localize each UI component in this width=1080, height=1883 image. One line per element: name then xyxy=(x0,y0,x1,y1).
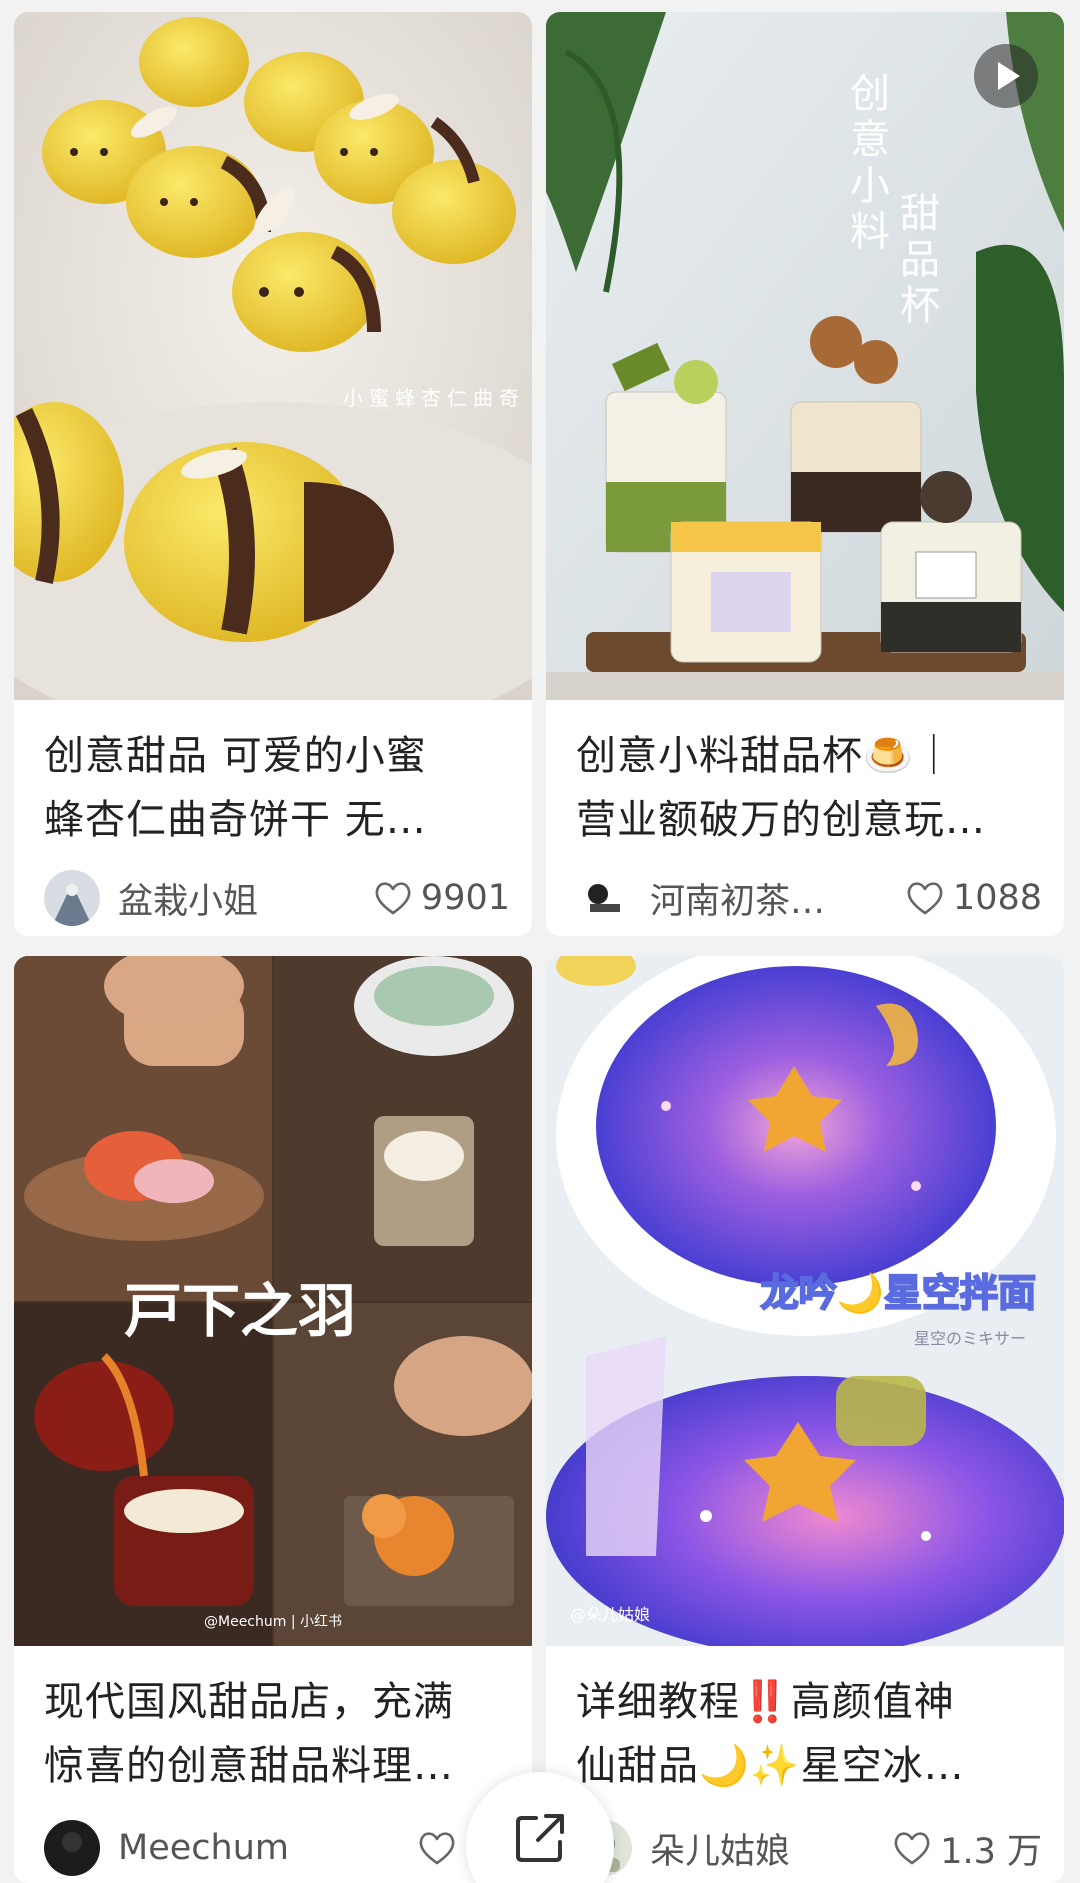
author-name[interactable]: 朵儿姑娘 xyxy=(650,1823,882,1874)
like-count: 1088 xyxy=(952,878,1042,918)
play-icon xyxy=(998,62,1020,90)
note-title-line: 仙甜品🌙✨星空冰… xyxy=(576,1743,965,1789)
cover-subcaption: 星空のミキサー xyxy=(914,1329,1026,1348)
heart-icon xyxy=(375,882,411,915)
note-cover-image[interactable]: 戸下之羽 @Meechum | 小红书 xyxy=(14,956,532,1646)
like-button[interactable]: 9901 xyxy=(373,878,510,918)
author-avatar[interactable] xyxy=(576,870,632,926)
note-meta: 河南初茶… 1088 xyxy=(576,868,1042,928)
notes-feed: 小蜜蜂杏仁曲奇 创意甜品 可爱的小蜜 蜂杏仁曲奇饼干 无… 盆栽小姐 9901 xyxy=(0,0,1080,1883)
video-badge xyxy=(974,44,1038,108)
note-cover-image[interactable]: 创意小料 甜品杯 xyxy=(546,12,1064,700)
note-title-line: 创意小料甜品杯🍮｜ xyxy=(576,733,955,779)
heart-icon xyxy=(419,1832,455,1865)
cover-caption: 小蜜蜂杏仁曲奇 xyxy=(343,386,525,410)
note-title[interactable]: 详细教程‼️高颜值神 仙甜品🌙✨星空冰… xyxy=(576,1670,1042,1798)
author-name[interactable]: 河南初茶… xyxy=(650,873,895,924)
note-title-line: 详细教程‼️高颜值神 xyxy=(576,1679,955,1725)
note-meta: Meechum 64 xyxy=(44,1818,510,1878)
note-title-line: 蜂杏仁曲奇饼干 无… xyxy=(44,797,427,843)
share-external-icon xyxy=(516,1814,564,1862)
author-name[interactable]: Meechum xyxy=(118,1828,407,1868)
note-title[interactable]: 创意小料甜品杯🍮｜ 营业额破万的创意玩… xyxy=(576,724,1042,852)
author-avatar[interactable] xyxy=(44,1820,100,1876)
cover-caption: 甜品杯 xyxy=(893,192,939,330)
like-button[interactable]: 1.3 万 xyxy=(892,1823,1042,1874)
note-title[interactable]: 创意甜品 可爱的小蜜 蜂杏仁曲奇饼干 无… xyxy=(44,724,510,852)
heart-icon xyxy=(907,882,943,915)
heart-icon xyxy=(894,1832,930,1865)
note-card[interactable]: 龙吟🌙星空拌面 星空のミキサー @朵儿姑娘 详细教程‼️高颜值神 仙甜品🌙✨星空… xyxy=(546,956,1064,1883)
cover-watermark: @Meechum | 小红书 xyxy=(204,1614,342,1630)
note-meta: 盆栽小姐 9901 xyxy=(44,868,510,928)
like-count: 9901 xyxy=(420,878,510,918)
note-title-line: 营业额破万的创意玩… xyxy=(576,797,986,843)
author-avatar[interactable] xyxy=(44,870,100,926)
cover-caption: 龙吟🌙星空拌面 xyxy=(761,1271,1036,1316)
like-button[interactable]: 1088 xyxy=(905,878,1042,918)
cover-caption: 创意小料 xyxy=(843,72,889,256)
note-title-line: 现代国风甜品店，充满 xyxy=(44,1679,454,1725)
author-name[interactable]: 盆栽小姐 xyxy=(118,873,363,924)
note-title-line: 创意甜品 可爱的小蜜 xyxy=(44,733,427,779)
cover-watermark: @朵儿姑娘 xyxy=(570,1605,650,1624)
note-title-line: 惊喜的创意甜品料理… xyxy=(44,1743,454,1789)
note-meta: 朵儿姑娘 1.3 万 xyxy=(576,1818,1042,1878)
note-title[interactable]: 现代国风甜品店，充满 惊喜的创意甜品料理… xyxy=(44,1670,510,1798)
note-cover-image[interactable]: 龙吟🌙星空拌面 星空のミキサー @朵儿姑娘 xyxy=(546,956,1064,1646)
note-card[interactable]: 创意小料 甜品杯 创意小料甜品杯🍮｜ 营业额破万的创意玩… 河南初茶… 1088 xyxy=(546,12,1064,936)
note-card[interactable]: 小蜜蜂杏仁曲奇 创意甜品 可爱的小蜜 蜂杏仁曲奇饼干 无… 盆栽小姐 9901 xyxy=(14,12,532,936)
cover-caption: 戸下之羽 xyxy=(124,1277,356,1345)
like-count: 1.3 万 xyxy=(940,1831,1042,1872)
note-cover-image[interactable]: 小蜜蜂杏仁曲奇 xyxy=(14,12,532,700)
note-card[interactable]: 戸下之羽 @Meechum | 小红书 现代国风甜品店，充满 惊喜的创意甜品料理… xyxy=(14,956,532,1883)
